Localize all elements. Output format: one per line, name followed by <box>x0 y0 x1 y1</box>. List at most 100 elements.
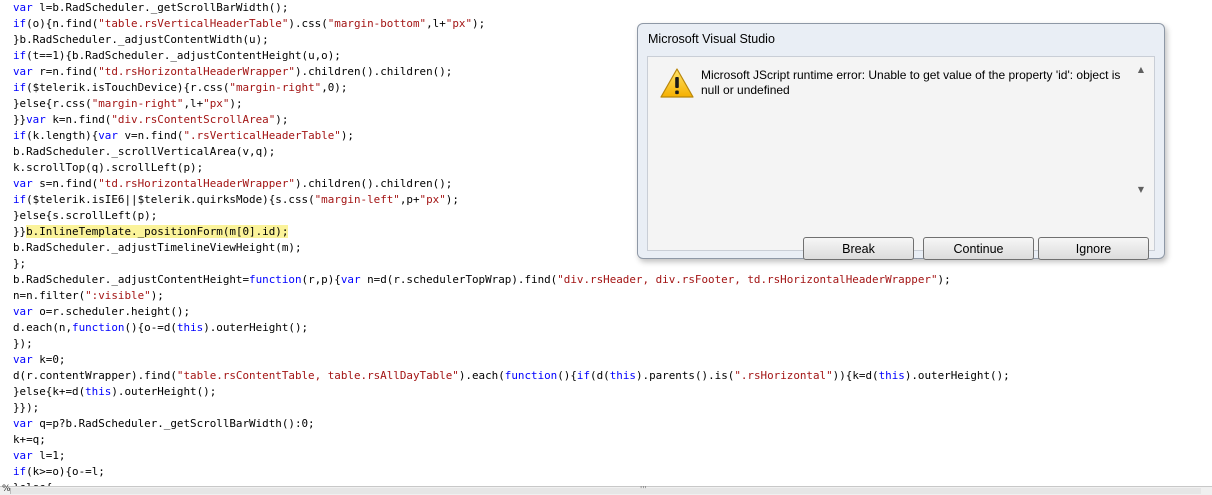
code-keyword: if <box>13 17 27 30</box>
code-text: )){k=d( <box>832 369 879 382</box>
code-line[interactable]: if(k>=o){o-=l; <box>13 464 105 480</box>
code-text: (d( <box>590 369 610 382</box>
code-line[interactable]: }}b.InlineTemplate._positionForm(m[0].id… <box>13 224 289 240</box>
ignore-button[interactable]: Ignore <box>1038 237 1149 260</box>
code-text: b.RadScheduler._scrollVerticalArea(v,q); <box>13 145 276 158</box>
message-scrollbar[interactable]: ▲ ▼ <box>1134 65 1148 197</box>
code-text: (o){n.find( <box>26 17 99 30</box>
code-line[interactable]: var s=n.find("td.rsHorizontalHeaderWrapp… <box>13 176 452 192</box>
code-line[interactable]: var l=1; <box>13 448 65 464</box>
code-text: }b.RadScheduler._adjustContentWidth(u); <box>13 33 269 46</box>
code-keyword: var <box>98 129 118 142</box>
code-text: l=b.RadScheduler._getScrollBarWidth(); <box>32 1 289 14</box>
code-line[interactable]: }; <box>13 256 26 272</box>
code-text: ); <box>445 193 459 206</box>
code-line[interactable]: b.RadScheduler._adjustTimelineViewHeight… <box>13 240 302 256</box>
code-string: "margin-left" <box>314 193 400 206</box>
code-text: ).children().children(); <box>294 65 453 78</box>
code-keyword: if <box>13 465 27 478</box>
code-text: }}); <box>13 401 40 414</box>
code-string: "margin-right" <box>229 81 322 94</box>
code-line[interactable]: var k=0; <box>13 352 65 368</box>
code-text: }else{r.css( <box>13 97 92 110</box>
code-text: l=1; <box>32 449 66 462</box>
code-keyword: if <box>13 81 27 94</box>
code-text: r=n.find( <box>32 65 99 78</box>
code-text: ).outerHeight(); <box>111 385 217 398</box>
code-line[interactable]: b.RadScheduler._scrollVerticalArea(v,q); <box>13 144 275 160</box>
code-line[interactable]: k.scrollTop(q).scrollLeft(p); <box>13 160 203 176</box>
code-line[interactable]: b.RadScheduler._adjustContentHeight=func… <box>13 272 951 288</box>
code-line[interactable]: }else{k+=d(this).outerHeight(); <box>13 384 216 400</box>
code-line[interactable]: }}var k=n.find("div.rsContentScrollArea"… <box>13 112 288 128</box>
code-line[interactable]: }); <box>13 336 33 352</box>
code-line[interactable]: if(k.length){var v=n.find(".rsVerticalHe… <box>13 128 354 144</box>
code-line[interactable]: k+=q; <box>13 432 46 448</box>
code-text: ,p+ <box>399 193 420 206</box>
code-text: v=n.find( <box>117 129 184 142</box>
horizontal-scrollbar[interactable] <box>10 488 1201 494</box>
code-string: ".rsHorizontal" <box>734 369 833 382</box>
code-line[interactable]: if(o){n.find("table.rsVerticalHeaderTabl… <box>13 16 485 32</box>
code-string: ":visible" <box>85 289 151 302</box>
code-line[interactable]: }b.RadScheduler._adjustContentWidth(u); <box>13 32 269 48</box>
code-line[interactable]: }else{r.css("margin-right",l+"px"); <box>13 96 243 112</box>
code-string: "div.rsContentScrollArea" <box>111 113 276 126</box>
scroll-down-icon[interactable]: ▼ <box>1134 185 1148 195</box>
code-line[interactable]: if($telerik.isIE6||$telerik.quirksMode){… <box>13 192 459 208</box>
code-text: (t==1){b.RadScheduler._adjustContentHeig… <box>26 49 341 62</box>
code-text: ($telerik.isTouchDevice){r.css( <box>26 81 230 94</box>
code-text: ,l+ <box>426 17 446 30</box>
code-text: ).children().children(); <box>294 177 453 190</box>
code-text: ($telerik.isIE6||$telerik.quirksMode){s.… <box>26 193 315 206</box>
code-keyword: this <box>176 321 204 334</box>
break-button[interactable]: Break <box>803 237 914 260</box>
code-keyword: this <box>609 369 636 382</box>
code-text: ); <box>472 17 486 30</box>
code-text: k=0; <box>32 353 66 366</box>
continue-button[interactable]: Continue <box>923 237 1034 260</box>
code-line[interactable]: var l=b.RadScheduler._getScrollBarWidth(… <box>13 0 288 16</box>
code-text: q=p?b.RadScheduler._getScrollBarWidth():… <box>32 417 315 430</box>
code-text: ).parents().is( <box>635 369 735 382</box>
code-line[interactable]: n=n.filter(":visible"); <box>13 288 164 304</box>
code-line[interactable]: var q=p?b.RadScheduler._getScrollBarWidt… <box>13 416 315 432</box>
dialog-title: Microsoft Visual Studio <box>648 32 775 46</box>
code-text: d.each(n, <box>13 321 73 334</box>
code-text: o=r.scheduler.height(); <box>32 305 191 318</box>
code-text: b.RadScheduler._adjustContentHeight= <box>13 273 250 286</box>
code-line[interactable]: var o=r.scheduler.height(); <box>13 304 190 320</box>
code-keyword: this <box>878 369 905 382</box>
code-string: "td.rsHorizontalHeaderWrapper" <box>98 65 295 78</box>
code-text: ).outerHeight(); <box>904 369 1010 382</box>
code-text: }else{k+=d( <box>13 385 86 398</box>
code-text: }); <box>13 337 33 350</box>
code-line[interactable]: var r=n.find("td.rsHorizontalHeaderWrapp… <box>13 64 452 80</box>
code-text: ).each( <box>458 369 505 382</box>
warning-icon <box>660 68 694 98</box>
code-line[interactable]: }}); <box>13 400 39 416</box>
scroll-up-icon[interactable]: ▲ <box>1134 65 1148 75</box>
code-line[interactable]: d(r.contentWrapper).find("table.rsConten… <box>13 368 1010 384</box>
code-line[interactable]: }else{s.scrollLeft(p); <box>13 208 157 224</box>
code-text: s=n.find( <box>32 177 99 190</box>
code-keyword: var <box>340 273 361 286</box>
code-keyword: var <box>13 177 33 190</box>
code-string: ".rsVerticalHeaderTable" <box>183 129 341 142</box>
code-line[interactable]: if(t==1){b.RadScheduler._adjustContentHe… <box>13 48 341 64</box>
code-string: "td.rsHorizontalHeaderWrapper" <box>98 177 295 190</box>
code-line[interactable]: if($telerik.isTouchDevice){r.css("margin… <box>13 80 347 96</box>
code-text: ); <box>937 273 951 286</box>
code-line[interactable]: d.each(n,function(){o-=d(this).outerHeig… <box>13 320 308 336</box>
code-string: "table.rsVerticalHeaderTable" <box>98 17 289 30</box>
code-text: d(r.contentWrapper).find( <box>13 369 177 382</box>
code-text: }else{s.scrollLeft(p); <box>13 209 158 222</box>
code-keyword: var <box>13 417 33 430</box>
code-text: (){o-=d( <box>124 321 177 334</box>
error-dialog: Microsoft Visual Studio Microsoft JScrip… <box>637 23 1165 260</box>
code-text: }} <box>13 113 27 126</box>
code-keyword: if <box>13 129 27 142</box>
code-keyword: function <box>72 321 125 334</box>
code-string: "div.rsHeader, div.rsFooter, td.rsHorizo… <box>557 273 938 286</box>
code-text: ); <box>340 129 354 142</box>
